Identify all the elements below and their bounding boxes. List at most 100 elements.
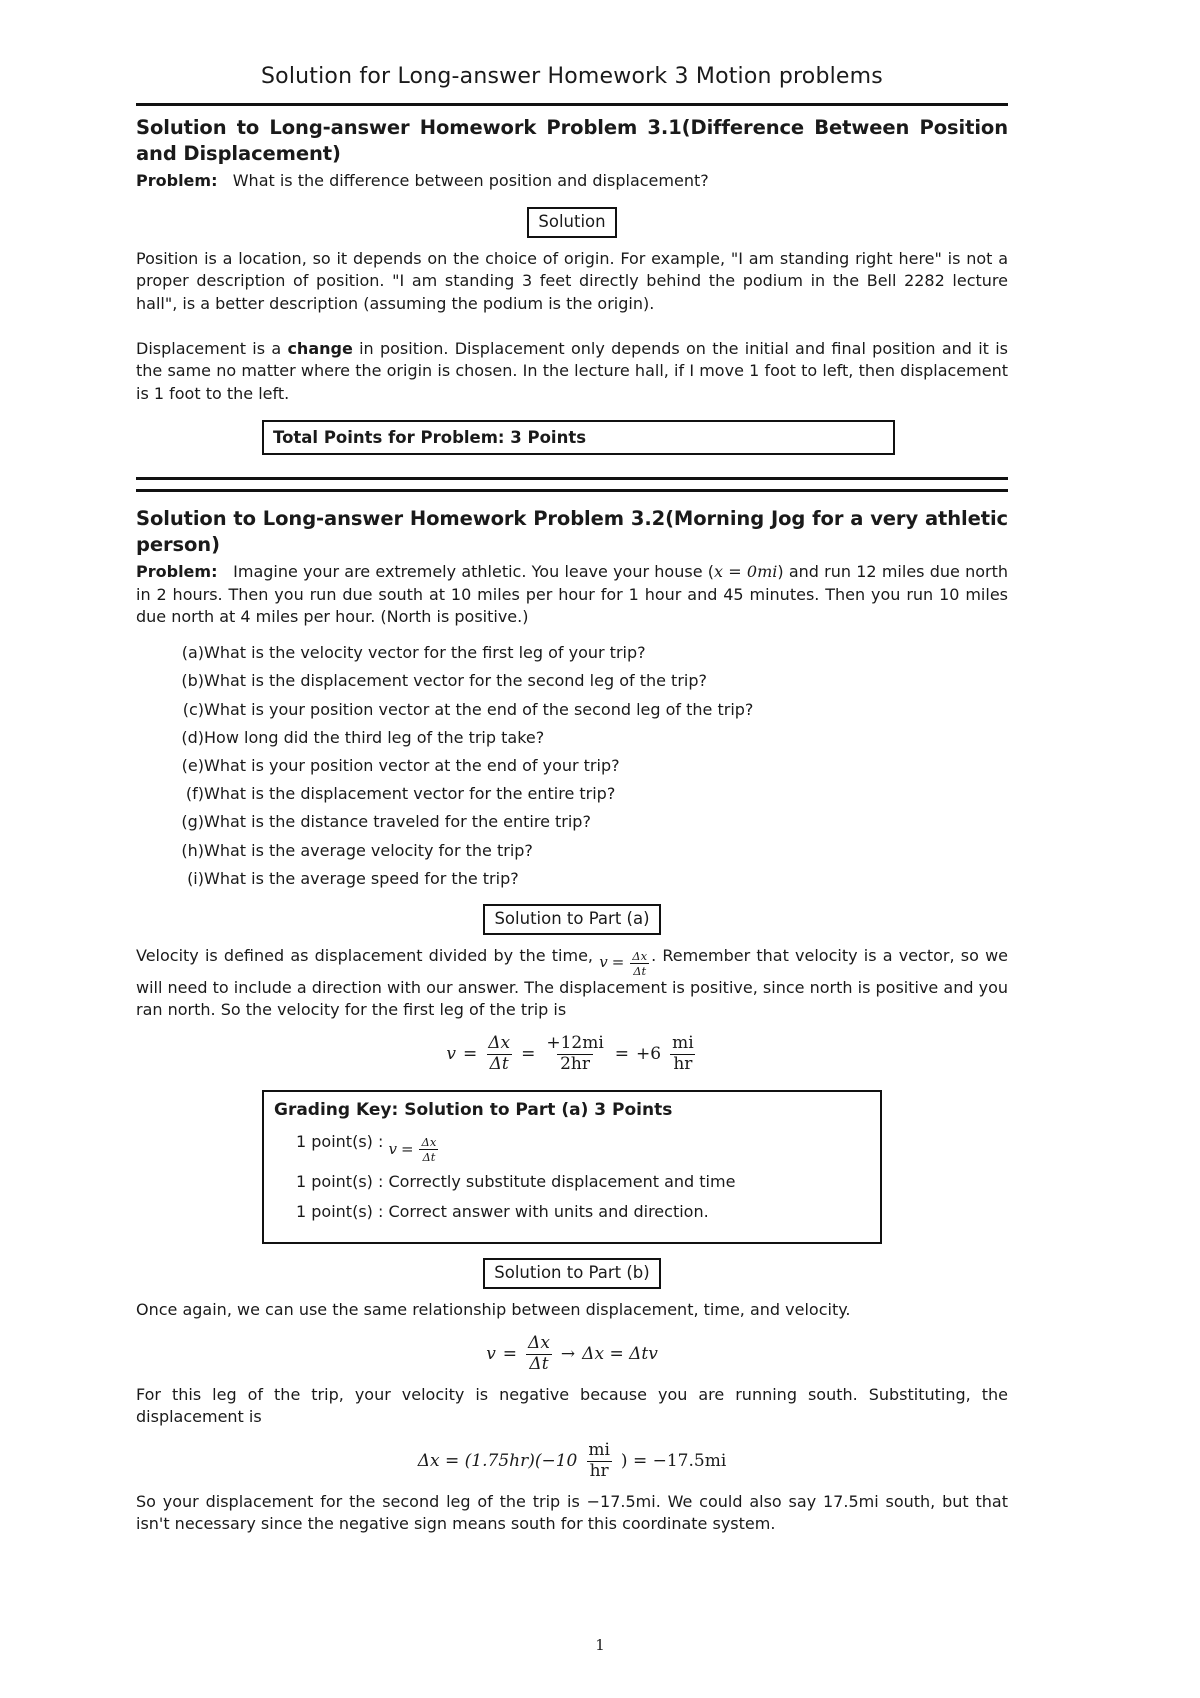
question-text: What is your position vector at the end … [204, 755, 620, 775]
eq-f2-numerator: +12mi [546, 1033, 604, 1054]
question-list: (a) What is the velocity vector for the f… [136, 641, 1008, 890]
question-text: What is the displacement vector for the … [204, 671, 707, 691]
question-label: (f) [185, 784, 204, 804]
part-b-paragraph-3: So your displacement for the second leg … [136, 1491, 1008, 1534]
grading-key-item: 1 point(s) : Correct answer with units a… [296, 1200, 870, 1223]
inline-equals: = [611, 953, 625, 972]
problem-32-label: Problem: [136, 562, 218, 582]
list-item: (d) How long did the third leg of the tri… [174, 726, 1008, 749]
grading-denominator: Δt [419, 1148, 439, 1163]
question-text: What is the average speed for the trip? [204, 868, 519, 888]
problem-32-text-1: Imagine your are extremely athletic. You… [233, 562, 715, 582]
list-item: (h) What is the average velocity for the … [174, 839, 1008, 862]
question-label: (b) [181, 671, 204, 691]
list-item: (g) What is the distance traveled for the… [174, 810, 1008, 833]
inline-denominator: Δt [630, 962, 650, 977]
list-item: (e) What is your position vector at the e… [174, 754, 1008, 777]
inline-numerator: Δx [632, 948, 648, 963]
problem-32-statement: Problem: Imagine your are extremely athl… [136, 561, 1008, 629]
part-a-paragraph: Velocity is defined as displacement divi… [136, 945, 1008, 1022]
part-b-box-row: Solution to Part (b) [136, 1258, 1008, 1290]
list-item: (f) What is the displacement vector for t… [174, 782, 1008, 805]
solution-box: Solution [527, 206, 617, 238]
question-label: (i) [187, 868, 204, 888]
question-label: (c) [182, 699, 204, 719]
problem-32-heading: Solution to Long-answer Homework Problem… [136, 507, 1008, 556]
eqb1-numerator: Δx [528, 1332, 550, 1353]
grading-item-points: 1 point(s) : [296, 1171, 384, 1191]
part-b-equation-1: v = Δx Δt → Δx = Δtv [136, 1332, 1008, 1374]
eq-result-coefficient: +6 [636, 1043, 662, 1064]
grading-item-points: 1 point(s) : [296, 1202, 384, 1222]
question-text: What is the velocity vector for the firs… [204, 643, 646, 663]
grading-numerator: Δx [421, 1134, 437, 1149]
eqb1-denominator: Δt [526, 1353, 552, 1374]
question-text: What is the distance traveled for the en… [204, 812, 591, 832]
grading-item-text: Correctly substitute displacement and ti… [388, 1171, 736, 1191]
part-b-paragraph-2: For this leg of the trip, your velocity … [136, 1384, 1008, 1427]
grading-key-title: Grading Key: Solution to Part (a) 3 Poin… [274, 1099, 673, 1120]
inline-fraction: Δx Δt [629, 948, 650, 977]
part-b-paragraph-1: Once again, we can use the same relation… [136, 1300, 851, 1320]
eqb1-equals: = [502, 1343, 518, 1364]
eq-result-fraction: mi hr [669, 1034, 697, 1074]
page-number: 1 [595, 1636, 605, 1654]
eqb2-rhs: ) = −17.5mi [620, 1450, 727, 1471]
eqb1-fraction: Δx Δt [525, 1332, 553, 1374]
eq-equals-2: = [521, 1043, 536, 1064]
eqb2-lhs: Δx = (1.75hr)(−10 [417, 1450, 578, 1471]
question-text: What is your position vector at the end … [204, 699, 754, 719]
paragraph-2-emphasis: change [287, 338, 353, 358]
question-text: What is the displacement vector for the … [204, 784, 616, 804]
question-label: (a) [181, 643, 204, 663]
problem-31-statement: Problem: What is the difference between … [136, 170, 1008, 193]
eq-f1-denominator: Δt [486, 1053, 512, 1074]
grading-equals: = [400, 1139, 414, 1158]
problem-31-heading: Solution to Long-answer Homework Problem… [136, 116, 1008, 165]
grading-fraction: Δx Δt [419, 1136, 440, 1163]
list-item: (c) What is your position vector at the e… [174, 698, 1008, 721]
inline-v-symbol: v [599, 953, 608, 972]
question-label: (h) [181, 840, 204, 860]
grading-v-symbol: v [388, 1139, 397, 1158]
eq-fraction-2: +12mi 2hr [543, 1033, 606, 1074]
page-content: Solution for Long-answer Homework 3 Moti… [136, 0, 1008, 1536]
eq-equals-3: = [614, 1043, 630, 1064]
equation-row: v = Δx Δt → Δx = Δtv [486, 1332, 658, 1374]
eq-v-symbol: v [446, 1043, 456, 1064]
grading-key-item: 1 point(s) : v = Δx Δt [296, 1130, 870, 1163]
equation-row: Δx = (1.75hr)(−10 mi hr ) = −17.5mi [417, 1439, 727, 1481]
part-b-equation-2: Δx = (1.75hr)(−10 mi hr ) = −17.5mi [136, 1439, 1008, 1481]
question-label: (e) [181, 755, 204, 775]
list-item: (i) What is the average speed for the tri… [174, 867, 1008, 890]
eq-fraction-1: Δx Δt [485, 1034, 513, 1074]
total-points-box: Total Points for Problem: 3 Points [262, 419, 895, 456]
question-label: (g) [181, 812, 204, 832]
solution-box-row: Solution [136, 206, 1008, 238]
equation-row: v = Δx Δt = +12mi 2hr = +6 mi hr [446, 1033, 697, 1074]
problem-32-math-x: x = 0mi [714, 562, 778, 582]
eqb2-numerator: mi [588, 1439, 610, 1460]
problem-31-label: Problem: [136, 171, 218, 191]
question-text: How long did the third leg of the trip t… [204, 727, 545, 747]
grading-item-text: Correct answer with units and direction. [388, 1202, 709, 1222]
list-item: (b) What is the displacement vector for t… [174, 669, 1008, 692]
grading-key-box: Grading Key: Solution to Part (a) 3 Poin… [262, 1089, 882, 1245]
inline-velocity-formula: v = Δx Δt [599, 948, 651, 977]
paragraph-2-part1: Displacement is a [136, 338, 288, 358]
part-a-text-before: Velocity is defined as displacement divi… [136, 945, 594, 965]
document-page: Solution for Long-answer Homework 3 Moti… [0, 0, 1200, 1698]
eq-f2-denominator: 2hr [557, 1053, 593, 1074]
eq-equals-1: = [462, 1043, 478, 1064]
eq-result-denominator: hr [670, 1053, 696, 1074]
list-item: (a) What is the velocity vector for the f… [174, 641, 1008, 664]
eqb1-arrow: → [560, 1343, 576, 1364]
grading-item-formula: v = Δx Δt [388, 1136, 440, 1163]
eqb2-fraction: mi hr [585, 1439, 613, 1481]
eqb2-denominator: hr [586, 1460, 612, 1481]
separator-line-top [136, 477, 1008, 481]
question-text: What is the average velocity for the tri… [204, 840, 533, 860]
title-divider [136, 103, 1008, 107]
page-title: Solution for Long-answer Homework 3 Moti… [261, 64, 883, 89]
